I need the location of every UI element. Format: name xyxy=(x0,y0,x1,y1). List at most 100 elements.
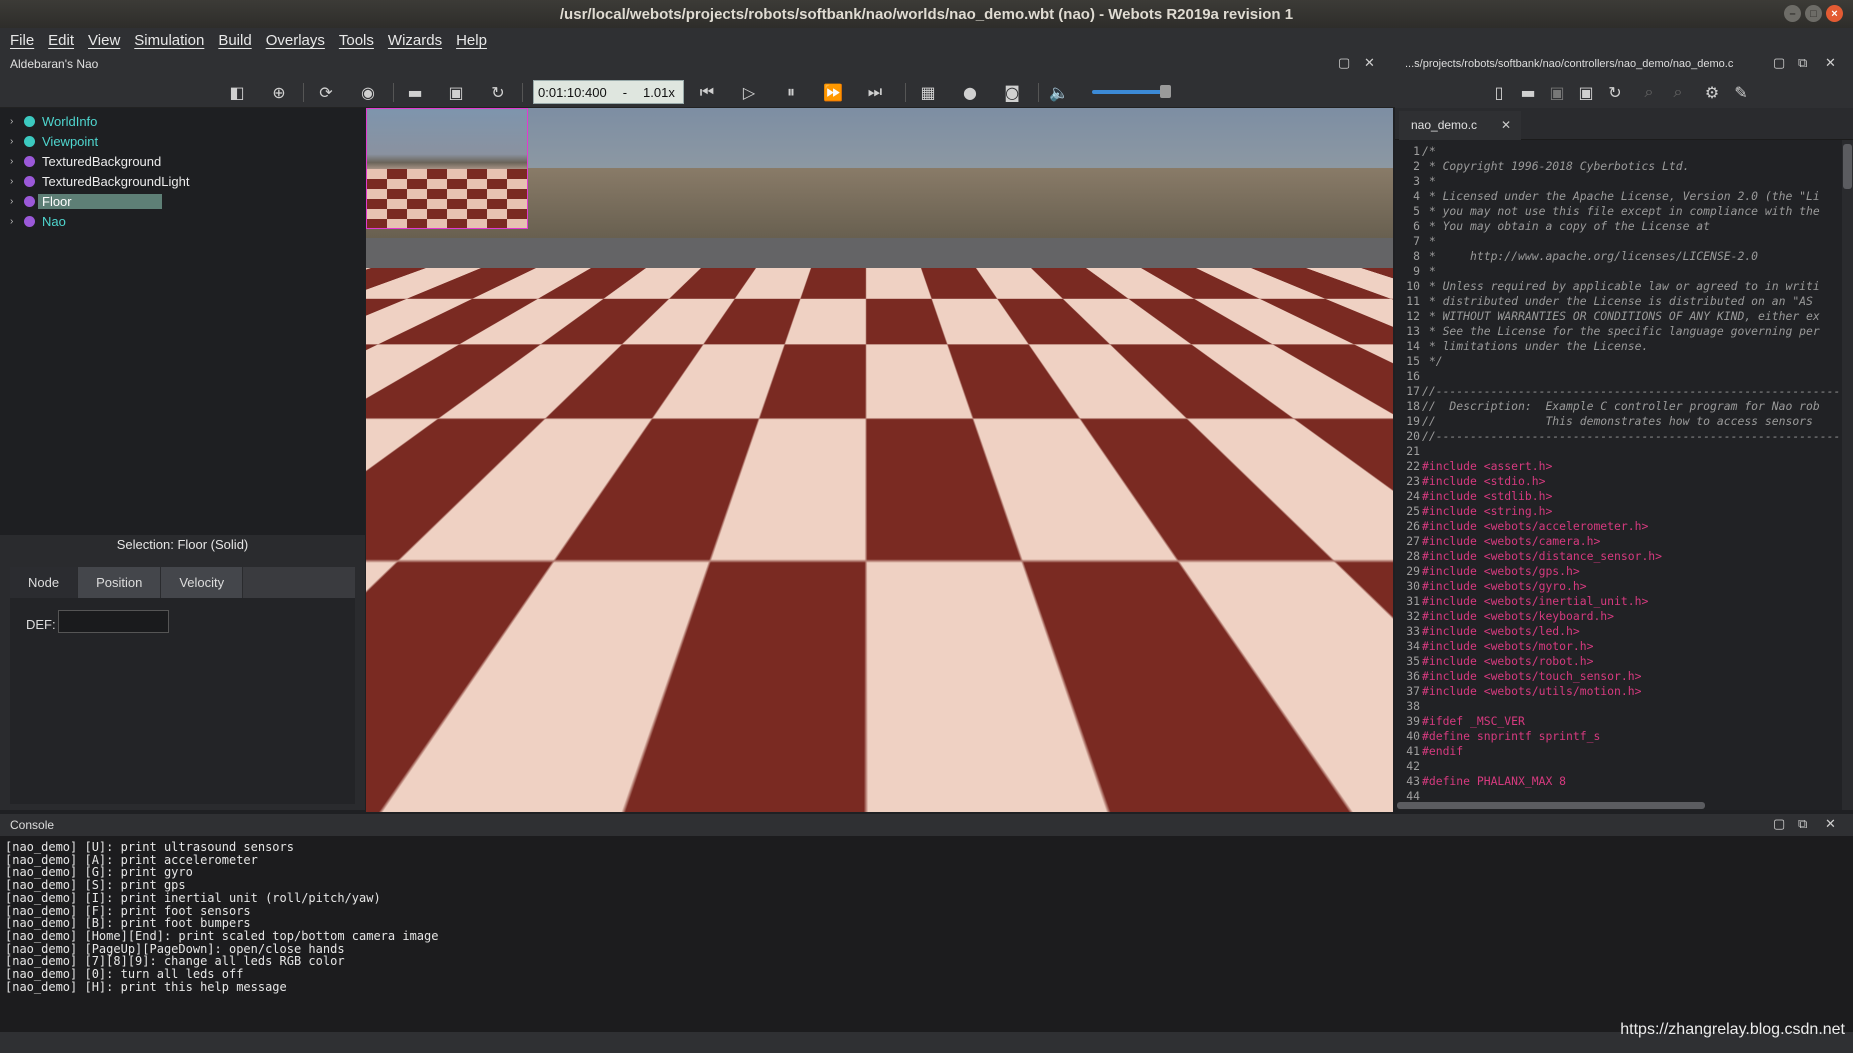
line-number: 22 xyxy=(1406,459,1420,473)
simulation-speed: 1.01x xyxy=(643,84,675,100)
tab-node[interactable]: Node xyxy=(10,567,79,598)
close-console-icon[interactable]: ✕ xyxy=(1825,816,1836,832)
menu-simulation[interactable]: Simulation xyxy=(134,32,204,49)
run-realtime-icon[interactable]: ⏩ xyxy=(822,82,844,102)
menu-help[interactable]: Help xyxy=(456,32,487,49)
code-line: 1/* xyxy=(1395,144,1842,159)
toggle-scene-tree-icon[interactable]: ◧ xyxy=(226,82,248,102)
tree-item-texturedbackground[interactable]: › TexturedBackground xyxy=(10,152,161,170)
expand-arrow-icon[interactable]: › xyxy=(10,116,24,127)
minimize-button[interactable]: – xyxy=(1784,5,1801,22)
record-movie-icon[interactable]: ▦ xyxy=(917,82,939,102)
menu-view[interactable]: View xyxy=(88,32,120,49)
volume-slider-handle[interactable] xyxy=(1160,85,1171,98)
expand-arrow-icon[interactable]: › xyxy=(10,136,24,147)
code-text: #include <webots/motor.h> xyxy=(1422,639,1594,653)
line-number: 34 xyxy=(1406,639,1420,653)
def-label: DEF: xyxy=(26,617,56,632)
tree-item-worldinfo[interactable]: › WorldInfo xyxy=(10,112,97,130)
menu-wizards[interactable]: Wizards xyxy=(388,32,442,49)
float-console-icon[interactable]: ⧉ xyxy=(1798,816,1807,832)
close-window-button[interactable]: × xyxy=(1826,5,1843,22)
pause-icon[interactable]: ⏸ xyxy=(780,82,802,102)
3d-view[interactable] xyxy=(366,108,1393,812)
menu-tools[interactable]: Tools xyxy=(339,32,374,49)
view-eye-icon[interactable]: ◉ xyxy=(357,82,379,102)
code-text: * xyxy=(1422,174,1436,188)
fast-forward-icon[interactable]: ⏭ xyxy=(864,82,886,102)
menu-edit[interactable]: Edit xyxy=(48,32,74,49)
tab-velocity[interactable]: Velocity xyxy=(161,567,244,598)
menu-build[interactable]: Build xyxy=(218,32,251,49)
def-input[interactable] xyxy=(58,610,169,633)
expand-arrow-icon[interactable]: › xyxy=(10,196,24,207)
line-number: 3 xyxy=(1413,174,1420,188)
watermark: https://zhangrelay.blog.csdn.net xyxy=(1620,1021,1845,1038)
maximize-button[interactable]: □ xyxy=(1805,5,1822,22)
node-dot-icon xyxy=(24,135,35,147)
expand-arrow-icon[interactable]: › xyxy=(10,156,24,167)
code-text: #include <webots/distance_sensor.h> xyxy=(1422,549,1663,563)
tab-position[interactable]: Position xyxy=(78,567,162,598)
node-dot-icon xyxy=(24,215,35,227)
save-world-icon[interactable]: ▣ xyxy=(445,82,467,102)
menu-overlays[interactable]: Overlays xyxy=(266,32,325,49)
save-as-icon[interactable]: ▣ xyxy=(1575,82,1597,102)
open-world-icon[interactable]: ▬ xyxy=(404,82,426,102)
step-icon[interactable]: ▷ xyxy=(738,82,760,102)
revert-icon[interactable]: ↻ xyxy=(1604,82,1626,102)
volume-speaker-icon[interactable]: 🔈 xyxy=(1048,82,1070,102)
code-text: #include <string.h> xyxy=(1422,504,1553,518)
code-text: * limitations under the License. xyxy=(1422,339,1649,353)
code-text: * Copyright 1996-2018 Cyberbotics Ltd. xyxy=(1422,159,1690,173)
change-view-icon[interactable]: ⟳ xyxy=(315,82,337,102)
tree-item-viewpoint[interactable]: › Viewpoint xyxy=(10,132,98,150)
code-text: //--------------------------------------… xyxy=(1422,429,1841,443)
line-number: 16 xyxy=(1406,369,1420,383)
close-tab-icon[interactable]: ✕ xyxy=(1501,111,1511,140)
code-editor[interactable]: 1/* 2 * Copyright 1996-2018 Cyberbotics L… xyxy=(1395,140,1842,810)
code-line: 27 #include <webots/camera.h> xyxy=(1395,534,1842,549)
console-output[interactable]: [nao_demo] [U]: print ultrasound sensors… xyxy=(0,836,1853,1032)
node-dot-icon xyxy=(24,195,35,207)
code-line: 28 #include <webots/distance_sensor.h> xyxy=(1395,549,1842,564)
tab-nao-demo-c[interactable]: nao_demo.c ✕ xyxy=(1399,111,1521,140)
float-dock-icon[interactable]: ▢ xyxy=(1338,55,1350,71)
screenshot-camera-icon[interactable]: ◙ xyxy=(1001,82,1023,102)
expand-arrow-icon[interactable]: › xyxy=(10,176,24,187)
scene-dock-title: Aldebaran's Nao xyxy=(10,57,99,71)
editor-vertical-scrollbar[interactable] xyxy=(1842,140,1853,810)
add-node-icon[interactable]: ⊕ xyxy=(268,82,290,102)
save-file-icon[interactable]: ▣ xyxy=(1546,82,1568,102)
line-number: 32 xyxy=(1406,609,1420,623)
volume-slider[interactable] xyxy=(1092,90,1170,94)
replace-icon[interactable]: ⌕ xyxy=(1667,82,1689,102)
expand-arrow-icon[interactable]: › xyxy=(10,216,24,227)
code-line: 24 #include <stdlib.h> xyxy=(1395,489,1842,504)
tree-item-texturedbackgroundlight[interactable]: › TexturedBackgroundLight xyxy=(10,172,189,190)
reload-world-icon[interactable]: ↻ xyxy=(487,82,509,102)
tree-item-nao[interactable]: › Nao xyxy=(10,212,66,230)
maximize-dock-icon[interactable]: ▢ xyxy=(1773,55,1785,71)
maximize-console-icon[interactable]: ▢ xyxy=(1773,816,1785,832)
find-icon[interactable]: ⌕ xyxy=(1638,82,1660,102)
bottom-camera-overlay[interactable] xyxy=(366,691,528,812)
nao-robot[interactable] xyxy=(736,268,996,588)
new-file-icon[interactable]: ▯ xyxy=(1488,82,1510,102)
build-gear-icon[interactable]: ⚙ xyxy=(1701,82,1723,102)
tree-item-floor[interactable]: › Floor xyxy=(10,192,162,210)
code-line: 33 #include <webots/led.h> xyxy=(1395,624,1842,639)
code-text: /* xyxy=(1422,144,1436,158)
editor-horizontal-scrollbar[interactable] xyxy=(1397,802,1705,809)
open-file-icon[interactable]: ▬ xyxy=(1517,82,1539,102)
record-animation-icon[interactable]: ● xyxy=(959,82,981,102)
line-number: 15 xyxy=(1406,354,1420,368)
close-dock-icon[interactable]: ✕ xyxy=(1364,55,1375,71)
top-camera-overlay[interactable] xyxy=(366,108,528,229)
clean-broom-icon[interactable]: ✎ xyxy=(1730,82,1752,102)
close-dock-icon[interactable]: ✕ xyxy=(1825,55,1836,71)
code-text: #include <stdlib.h> xyxy=(1422,489,1553,503)
menu-file[interactable]: File xyxy=(10,32,34,49)
float-dock-icon[interactable]: ⧉ xyxy=(1798,55,1807,71)
reset-simulation-icon[interactable]: ⏮ xyxy=(696,82,718,102)
